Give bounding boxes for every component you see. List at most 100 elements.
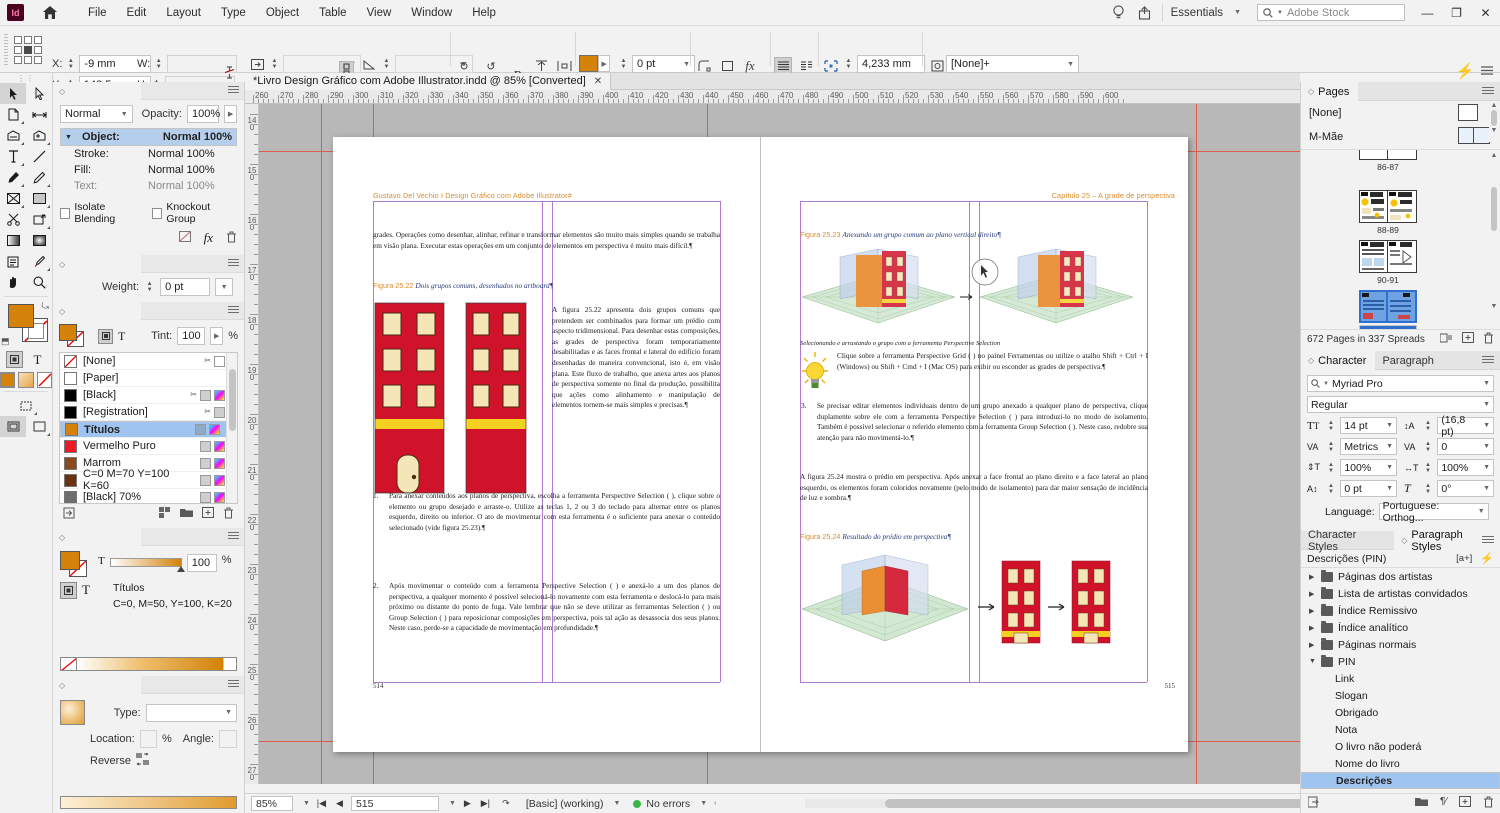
- next-page-button[interactable]: ▶: [461, 798, 474, 809]
- reference-point-selector[interactable]: [14, 36, 42, 64]
- direct-selection-tool[interactable]: [26, 83, 52, 104]
- note-tool[interactable]: [0, 251, 26, 272]
- close-button[interactable]: ✕: [1471, 0, 1500, 26]
- tint-slider-button[interactable]: ▶: [210, 327, 224, 345]
- status-expand-icon[interactable]: ‹: [714, 800, 716, 807]
- tracking-input[interactable]: 0 ▼: [1437, 438, 1494, 455]
- vertical-scale-stepper[interactable]: ▲ ▼: [1326, 460, 1337, 476]
- new-swatch-icon[interactable]: [202, 506, 214, 522]
- vertical-ruler[interactable]: 140 150 160 170 180 190 200 210 220 230 240 250 260 2…: [245, 104, 259, 784]
- spread[interactable]: Gustavo Del Vechio I Design Gráfico com …: [333, 137, 1188, 752]
- style-group-lista-artistas[interactable]: ▶ Lista de artistas convidados: [1301, 585, 1500, 602]
- figure-image-2523[interactable]: [800, 247, 1145, 337]
- adobe-stock-search[interactable]: ▼ Adobe Stock: [1257, 4, 1405, 21]
- menu-item-table[interactable]: Table: [309, 4, 357, 22]
- figure-image-2524[interactable]: [800, 549, 1145, 654]
- style-group-indice-remissivo[interactable]: ▶ Índice Remissivo: [1301, 602, 1500, 619]
- chevron-right-icon[interactable]: ▶: [1309, 607, 1316, 615]
- pages-scrollbar[interactable]: ▲ ▼: [1489, 152, 1499, 324]
- eyedropper-tool[interactable]: [26, 251, 52, 272]
- vertical-scale-input[interactable]: 100% ▼: [1340, 459, 1397, 476]
- gradient-ramp[interactable]: [60, 796, 237, 809]
- format-text-icon[interactable]: T: [29, 351, 46, 368]
- zoom-tool[interactable]: [26, 272, 52, 293]
- hand-tool[interactable]: [0, 272, 26, 293]
- quick-apply-icon[interactable]: ⚡: [1480, 552, 1494, 565]
- baseline-shift-input[interactable]: 0 pt ▼: [1340, 480, 1397, 497]
- gradient-panel-tab[interactable]: ◇ Gradient: [53, 676, 244, 694]
- swatches-container-target-icon[interactable]: [98, 328, 113, 344]
- stroke-panel-tab[interactable]: ◇ Stroke: [53, 255, 244, 273]
- swatch-item-cmyk-mix[interactable]: C=0 M=70 Y=100 K=60: [60, 468, 237, 492]
- minimize-button[interactable]: —: [1413, 0, 1442, 26]
- rectangle-tool[interactable]: [26, 188, 52, 209]
- baseline-shift-stepper[interactable]: ▲ ▼: [1326, 481, 1337, 497]
- page-right[interactable]: Capítulo 25 – A grade de perspectiva Fig…: [761, 137, 1188, 752]
- control-bar-grip[interactable]: [4, 34, 8, 66]
- default-fill-stroke-icon[interactable]: ⬒: [1, 336, 10, 347]
- previous-page-button[interactable]: ◀: [333, 798, 346, 809]
- swatch-item-registration[interactable]: [Registration] ✂: [60, 404, 237, 421]
- master-item-none[interactable]: [None]: [1301, 101, 1500, 125]
- menu-item-edit[interactable]: Edit: [117, 4, 157, 22]
- style-item-livro-nao-podera[interactable]: O livro não poderá: [1301, 738, 1500, 755]
- document-tab[interactable]: *Livro Design Gráfico com Adobe Illustra…: [245, 72, 612, 90]
- quick-apply-icon[interactable]: ⚡: [1455, 61, 1475, 81]
- selection-tool[interactable]: [0, 83, 26, 104]
- delete-style-icon[interactable]: [1483, 796, 1494, 811]
- swatches-list[interactable]: [None] ✂ [Paper] [Black] ✂ [Registration…: [59, 352, 238, 504]
- clear-overrides-badge[interactable]: [a+]: [1456, 553, 1472, 564]
- reverse-gradient-icon[interactable]: [135, 752, 150, 769]
- opacity-slider-button[interactable]: ▶: [224, 105, 237, 123]
- tip-text[interactable]: Clique sobre a ferramenta Perspective Gr…: [837, 351, 1148, 372]
- object-style-select[interactable]: [None]+ ▼: [946, 55, 1079, 73]
- stroke-weight-stepper[interactable]: ▲ ▼: [144, 279, 155, 295]
- kerning-stepper[interactable]: ▲ ▼: [1326, 439, 1337, 455]
- x-stepper[interactable]: ▲ ▼: [65, 56, 76, 72]
- apply-gradient-button[interactable]: [18, 372, 34, 388]
- zoom-dropdown-icon[interactable]: ▼: [303, 800, 310, 807]
- free-transform-tool[interactable]: [26, 209, 52, 230]
- effects-row-text[interactable]: Text: Normal 100%: [60, 178, 237, 194]
- stroke-weight-stepper[interactable]: ▲ ▼: [618, 56, 629, 72]
- swatch-item-black[interactable]: [Black] ✂: [60, 387, 237, 404]
- pencil-tool[interactable]: [26, 167, 52, 188]
- show-all-swatches-icon[interactable]: [63, 507, 75, 522]
- tracking-stepper[interactable]: ▲ ▼: [1423, 439, 1434, 455]
- scissors-tool[interactable]: [0, 209, 26, 230]
- effects-row-object[interactable]: ▼ Object: Normal 100%: [60, 128, 237, 146]
- colour-panel-menu-icon[interactable]: [228, 532, 239, 541]
- pen-tool[interactable]: [0, 167, 26, 188]
- page-dropdown-icon[interactable]: ▼: [449, 800, 456, 807]
- font-family-select[interactable]: ▼ Myriad Pro ▼: [1307, 375, 1494, 392]
- font-style-select[interactable]: Regular ▼: [1307, 396, 1494, 413]
- style-group-pin[interactable]: ▼ PIN: [1301, 653, 1500, 670]
- swatches-scrollbar[interactable]: [226, 353, 237, 503]
- character-panel-menu-icon[interactable]: [1482, 356, 1494, 365]
- chevron-right-icon[interactable]: ▶: [1309, 641, 1316, 649]
- effects-row-fill[interactable]: Fill: Normal 100%: [60, 162, 237, 178]
- style-item-obrigado[interactable]: Obrigado: [1301, 704, 1500, 721]
- stroke-weight-input[interactable]: 0 pt ▼: [632, 55, 695, 73]
- workspace-switcher[interactable]: Essentials ▼: [1161, 3, 1249, 22]
- constrain-proportions-icon[interactable]: [224, 65, 235, 83]
- colour-container-target-icon[interactable]: [60, 582, 77, 599]
- swatch-item-paper[interactable]: [Paper]: [60, 370, 237, 387]
- language-select[interactable]: Portuguese: Orthog... ▼: [1378, 500, 1489, 524]
- paragraph-panel-tab[interactable]: Paragraph: [1375, 351, 1442, 370]
- menu-item-type[interactable]: Type: [211, 4, 256, 22]
- fill-swatch[interactable]: [579, 55, 598, 72]
- lightbulb-icon[interactable]: [1106, 5, 1132, 20]
- leading-input[interactable]: (16,8 pt) ▼: [1437, 414, 1494, 438]
- colour-fill-stroke[interactable]: [60, 551, 91, 579]
- load-styles-icon[interactable]: [1307, 796, 1321, 811]
- page-tool[interactable]: [0, 104, 26, 125]
- spread-item-92-93[interactable]: 92-93: [1359, 290, 1417, 329]
- swatch-item-titulos[interactable]: Títulos: [60, 421, 237, 438]
- preview-mode-icon[interactable]: [0, 416, 26, 437]
- swatches-panel-tab[interactable]: ◇ Swatches: [53, 302, 244, 320]
- list-item-1[interactable]: 1. Para anexar conteúdos aos planos de p…: [373, 491, 720, 533]
- swatches-panel-menu-icon[interactable]: [228, 306, 239, 315]
- apply-none-button[interactable]: [36, 372, 52, 388]
- leading-stepper[interactable]: ▲ ▼: [1423, 418, 1434, 434]
